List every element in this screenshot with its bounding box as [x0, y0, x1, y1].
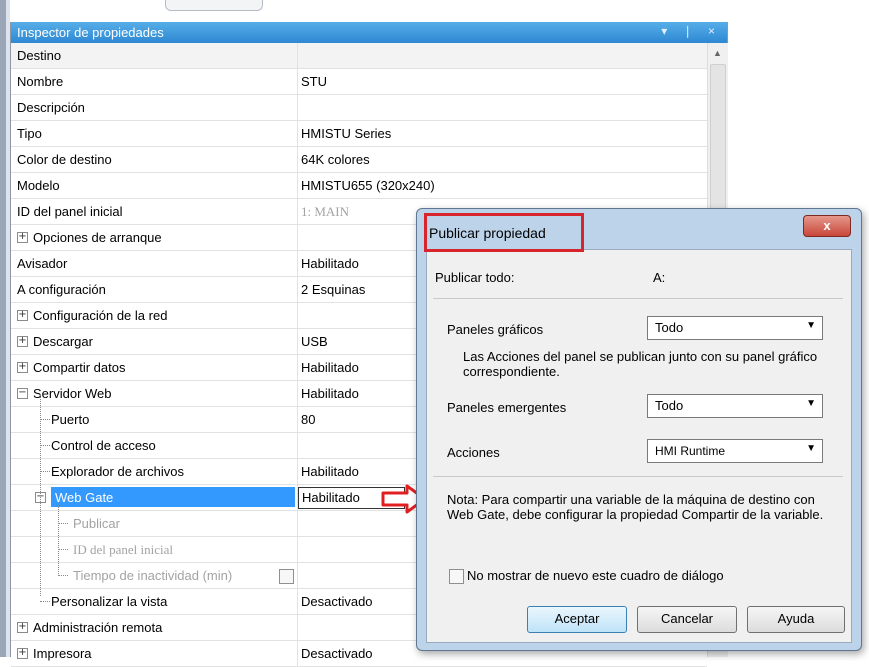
header-label: Destino — [17, 48, 62, 63]
tree-line — [40, 471, 50, 472]
property-value[interactable]: STU — [301, 74, 327, 89]
tree-line — [40, 419, 50, 420]
property-row-modelo[interactable]: Modelo HMISTU655 (320x240) — [11, 173, 707, 199]
property-value[interactable]: 2 Esquinas — [301, 282, 365, 297]
top-toolbar-strip — [0, 0, 869, 20]
property-name: Modelo — [17, 178, 60, 193]
property-row-tipo[interactable]: Tipo HMISTU Series — [11, 121, 707, 147]
inspector-window-buttons[interactable]: ▾ ❘ × — [661, 24, 721, 38]
publish-all-label: Publicar todo: — [435, 270, 515, 285]
property-name: Control de acceso — [51, 438, 156, 453]
separator — [433, 298, 843, 299]
title-highlight-box — [424, 213, 584, 252]
property-name: Explorador de archivos — [51, 464, 184, 479]
property-name-selected: Web Gate — [51, 487, 295, 507]
property-name: Configuración de la red — [33, 308, 168, 323]
property-name: Personalizar la vista — [51, 594, 168, 609]
property-name: ID del panel inicial — [17, 204, 123, 219]
dont-show-label[interactable]: No mostrar de nuevo este cuadro de diálo… — [467, 568, 724, 583]
tree-line — [58, 505, 59, 576]
property-name: Servidor Web — [33, 386, 112, 401]
property-row-nombre[interactable]: Nombre STU — [11, 69, 707, 95]
inactivity-checkbox[interactable] — [279, 569, 294, 584]
popup-panels-value: Todo — [655, 398, 684, 413]
property-name: Tiempo de inactividad (min) — [73, 568, 233, 583]
property-value[interactable]: 64K colores — [301, 152, 370, 167]
close-button[interactable]: x — [803, 215, 851, 237]
popup-panels-label: Paneles emergentes — [447, 400, 567, 415]
dont-show-checkbox[interactable] — [449, 569, 464, 584]
ok-button[interactable]: Aceptar — [527, 606, 627, 633]
dialog-body: Publicar todo: A: Paneles gráficos Todo … — [426, 249, 852, 643]
property-name: Tipo — [17, 126, 42, 141]
expand-icon[interactable]: + — [17, 336, 28, 347]
expand-icon[interactable]: + — [17, 232, 28, 243]
graphic-panels-select[interactable]: Todo ▼ — [647, 316, 823, 340]
property-name: A configuración — [17, 282, 106, 297]
top-tab[interactable] — [165, 0, 263, 11]
property-value[interactable]: 80 — [301, 412, 315, 427]
tree-line — [40, 394, 41, 596]
webgate-note: Nota: Para compartir una variable de la … — [447, 492, 824, 522]
cancel-button[interactable]: Cancelar — [637, 606, 737, 633]
popup-panels-select[interactable]: Todo ▼ — [647, 394, 823, 418]
publish-all-value: A: — [653, 270, 666, 285]
property-value[interactable]: Desactivado — [301, 646, 373, 661]
inspector-header-row: Destino — [11, 43, 707, 69]
property-value[interactable]: HMISTU655 (320x240) — [301, 178, 435, 193]
property-value[interactable]: Habilitado — [301, 360, 359, 375]
help-button[interactable]: Ayuda — [747, 606, 845, 633]
property-name: Descripción — [17, 100, 85, 115]
publish-property-dialog: Publicar propiedad x Publicar todo: A: P… — [416, 208, 862, 651]
chevron-down-icon: ▼ — [806, 320, 816, 331]
tree-line — [58, 549, 68, 550]
property-value[interactable]: Desactivado — [301, 594, 373, 609]
property-name: Nombre — [17, 74, 64, 89]
inspector-title: Inspector de propiedades — [17, 25, 164, 40]
property-name: Color de destino — [17, 152, 112, 167]
actions-select[interactable]: HMI Runtime ▼ — [647, 439, 823, 463]
property-name: Publicar — [73, 516, 120, 531]
collapse-icon[interactable]: − — [17, 388, 28, 399]
property-name: Opciones de arranque — [33, 230, 162, 245]
property-name: Administración remota — [33, 620, 163, 635]
scroll-up-icon[interactable]: ▲ — [713, 48, 722, 58]
expand-icon[interactable]: + — [17, 362, 28, 373]
chevron-down-icon: ▼ — [806, 443, 816, 454]
property-name: Descargar — [33, 334, 93, 349]
property-value: 1: MAIN — [301, 204, 350, 219]
expand-icon[interactable]: + — [17, 648, 28, 659]
tree-line — [40, 445, 50, 446]
property-value[interactable]: Habilitado — [301, 464, 359, 479]
property-value[interactable]: Habilitado — [301, 256, 359, 271]
expand-icon[interactable]: + — [17, 622, 28, 633]
actions-value: HMI Runtime — [655, 444, 726, 458]
graphic-panels-value: Todo — [655, 320, 684, 335]
graphic-panels-label: Paneles gráficos — [447, 322, 544, 337]
inspector-title-bar: Inspector de propiedades ▾ ❘ × — [11, 22, 727, 43]
property-name: Compartir datos — [33, 360, 126, 375]
separator — [433, 476, 843, 477]
property-name: ID del panel inicial — [73, 542, 173, 557]
actions-note: Las Acciones del panel se publican junto… — [463, 349, 818, 379]
property-name: Impresora — [33, 646, 92, 661]
expand-icon[interactable]: + — [17, 310, 28, 321]
tree-line — [58, 575, 68, 576]
property-value[interactable]: HMISTU Series — [301, 126, 391, 141]
tree-line — [40, 601, 50, 602]
chevron-down-icon: ▼ — [806, 398, 816, 409]
property-row-color[interactable]: Color de destino 64K colores — [11, 147, 707, 173]
actions-label: Acciones — [447, 445, 500, 460]
property-value[interactable]: Habilitado — [301, 386, 359, 401]
tree-line — [58, 523, 68, 524]
property-value[interactable]: USB — [301, 334, 328, 349]
property-row-descripcion[interactable]: Descripción — [11, 95, 707, 121]
property-name: Puerto — [51, 412, 90, 427]
property-name: Avisador — [17, 256, 68, 271]
